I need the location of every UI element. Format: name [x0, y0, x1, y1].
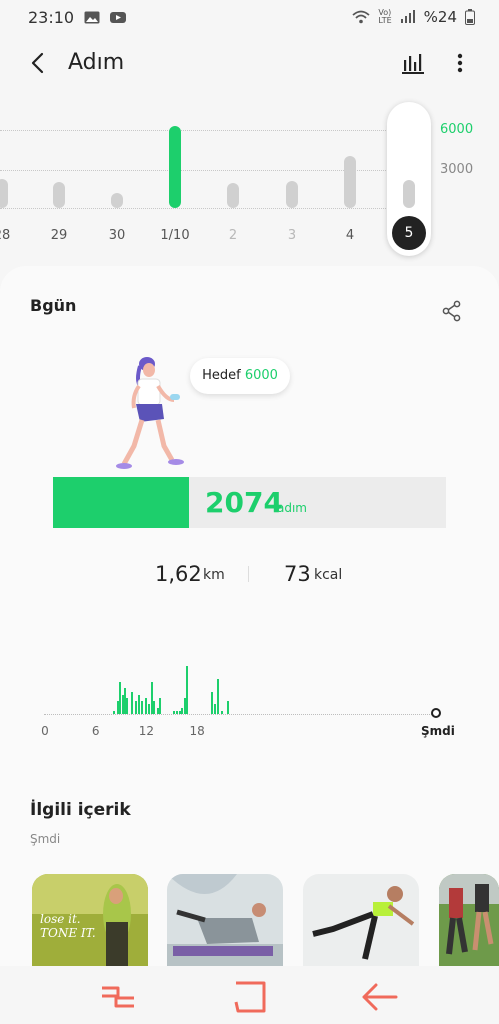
hourly-steps-chart[interactable]: Şmdi 0 6 12 18: [0, 646, 499, 746]
hour-bar-10: [144, 698, 147, 714]
weekly-steps-chart[interactable]: 6000 3000 28 29 30 1/10 2 3 4 5: [0, 100, 499, 260]
status-time: 23:10: [28, 7, 75, 27]
goal-label: Hedef: [202, 368, 241, 383]
hour-label-12: 12: [138, 724, 155, 738]
app-header: Adım: [0, 40, 499, 90]
hour-label-6: 6: [91, 724, 100, 738]
gridline-6000: [0, 130, 420, 131]
today-card: Bgün Hedef 6000 2074 adım 1,62 km 73 kca…: [0, 266, 499, 966]
signal-icon: [400, 10, 415, 23]
week-bar-2[interactable]: [227, 183, 239, 208]
distance-value: 1,62: [155, 562, 202, 586]
card-title: Bgün: [30, 296, 77, 315]
related-subtitle: Şmdi: [30, 832, 61, 846]
share-icon[interactable]: [441, 300, 463, 322]
hour-bar-21: [186, 666, 189, 714]
week-bar-30[interactable]: [111, 192, 123, 208]
hour-bar-15: [159, 698, 162, 714]
hour-bar-26: [226, 701, 229, 714]
distance-unit: km: [203, 567, 225, 583]
stats-row: 1,62 km 73 kcal: [0, 562, 499, 592]
week-bar-28[interactable]: [0, 179, 8, 208]
hour-bar-9: [141, 701, 144, 714]
status-bar: 23:10 Vo) LTE %24: [0, 0, 499, 34]
goal-bubble: Hedef 6000: [190, 358, 290, 394]
week-bar-5[interactable]: [403, 179, 415, 208]
balance-image: [303, 874, 419, 966]
steps-unit: adım: [277, 501, 307, 515]
steps-progress-fill: [53, 477, 189, 528]
grid-label-goal: 6000: [440, 122, 474, 137]
steps-count: 2074: [205, 486, 283, 519]
hour-label-0: 0: [41, 724, 49, 738]
now-marker: [431, 708, 441, 718]
gridline-3000: [0, 170, 420, 171]
calories-value: 73: [284, 562, 311, 586]
page-title: Adım: [68, 50, 125, 75]
battery-percent: %24: [423, 8, 457, 26]
week-label-28[interactable]: 28: [0, 228, 10, 243]
hour-bar-7: [134, 701, 137, 714]
week-bar-1-10[interactable]: [169, 126, 181, 208]
thumb-overlay-text: lose it. TONE IT.: [40, 912, 96, 940]
hour-bar-0: [113, 710, 116, 714]
week-bar-29[interactable]: [53, 182, 65, 208]
grid-label-mid: 3000: [440, 162, 474, 177]
week-label-selected[interactable]: 5: [392, 216, 426, 250]
bar-chart-icon[interactable]: [400, 50, 426, 76]
week-label-4[interactable]: 4: [346, 228, 354, 243]
recents-icon[interactable]: [98, 980, 138, 1014]
now-label: Şmdi: [421, 724, 455, 738]
runners-image: [439, 874, 499, 966]
image-icon: [84, 11, 100, 23]
week-label-2[interactable]: 2: [229, 228, 237, 243]
hour-bar-6: [131, 691, 134, 714]
home-icon[interactable]: [230, 980, 270, 1014]
hour-bar-24: [217, 678, 220, 714]
hourly-chart-baseline: [44, 714, 434, 715]
system-nav-bar: [0, 966, 499, 1024]
battery-icon: [465, 9, 475, 25]
week-label-29[interactable]: 29: [51, 228, 68, 243]
status-right: Vo) LTE %24: [352, 8, 475, 26]
goal-value: 6000: [244, 368, 278, 383]
hour-bar-23: [214, 704, 216, 714]
hour-bar-25: [220, 710, 223, 714]
walker-illustration: [116, 357, 184, 469]
hour-bar-8: [137, 694, 140, 714]
back-arrow-icon[interactable]: [360, 980, 400, 1014]
related-title: İlgili içerik: [30, 800, 131, 820]
youtube-icon: [110, 11, 127, 23]
week-label-1-10[interactable]: 1/10: [160, 228, 189, 243]
lte-label: LTE: [378, 16, 392, 25]
week-bar-3[interactable]: [286, 180, 298, 208]
hour-label-18: 18: [189, 724, 205, 738]
thumb-balance-pose[interactable]: [303, 874, 419, 966]
calories-unit: kcal: [314, 567, 343, 583]
more-vertical-icon[interactable]: [448, 48, 472, 78]
thumb-lose-it[interactable]: lose it. TONE IT.: [32, 874, 148, 966]
week-label-3[interactable]: 3: [288, 228, 296, 243]
network-type: Vo) LTE: [378, 9, 391, 25]
week-bar-4[interactable]: [344, 156, 356, 208]
week-label-30[interactable]: 30: [109, 228, 126, 243]
hour-bar-5: [126, 698, 129, 714]
hour-bar-13: [153, 701, 156, 714]
thumb-runners[interactable]: [439, 874, 499, 966]
wifi-icon: [352, 10, 370, 24]
thumb-yoga-pose[interactable]: [167, 874, 283, 966]
yoga-image: [167, 874, 283, 966]
gridline-base: [0, 208, 420, 209]
stats-divider: [248, 566, 249, 582]
steps-screen: 23:10 Vo) LTE %24 Adım 6000 3000 8 29 30…: [0, 0, 499, 1024]
chevron-left-icon[interactable]: [26, 48, 50, 78]
